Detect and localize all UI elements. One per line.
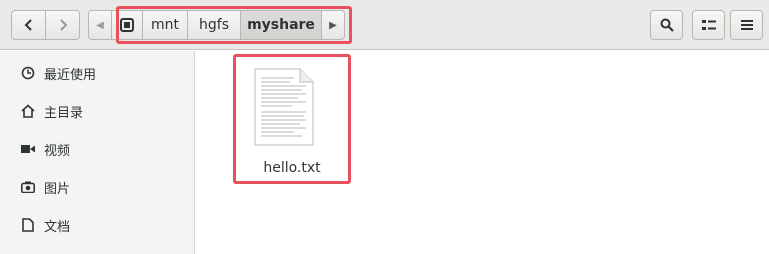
list-view-icon [701, 20, 716, 30]
sidebar: 最近使用 主目录 视频 图片 文档 [0, 51, 195, 254]
chevron-right-icon [59, 19, 67, 31]
header-bar: ◀ mnt hgfs myshare ▶ [0, 0, 769, 50]
sidebar-item-label: 最近使用 [44, 67, 97, 83]
video-icon [20, 141, 36, 157]
sidebar-item-label: 图片 [44, 181, 71, 197]
text-file-icon [254, 68, 314, 146]
chevron-left-icon [24, 19, 32, 31]
path-root-button[interactable] [111, 10, 143, 40]
document-icon [20, 217, 36, 233]
sidebar-item-label: 主目录 [44, 105, 84, 121]
path-scroll-left-button[interactable]: ◀ [88, 10, 112, 40]
clock-icon [20, 65, 36, 81]
sidebar-item-label: 文档 [44, 219, 71, 235]
camera-icon [20, 179, 36, 195]
sidebar-item-label: 视频 [44, 143, 71, 159]
sidebar-item-documents[interactable]: 文档 [0, 206, 194, 244]
sidebar-item-pictures[interactable]: 图片 [0, 168, 194, 206]
back-button[interactable] [11, 10, 46, 40]
file-item[interactable]: hello.txt [236, 56, 348, 182]
history-nav [11, 10, 81, 40]
path-scroll-right-button[interactable]: ▶ [321, 10, 345, 40]
path-segment-hgfs[interactable]: hgfs [187, 10, 241, 40]
sidebar-item-recent[interactable]: 最近使用 [0, 54, 194, 92]
path-segment-mnt[interactable]: mnt [142, 10, 188, 40]
search-icon [660, 18, 674, 32]
sidebar-item-home[interactable]: 主目录 [0, 92, 194, 130]
forward-button[interactable] [45, 10, 80, 40]
file-name: hello.txt [263, 160, 321, 176]
view-toggle-button[interactable] [692, 10, 725, 40]
path-bar: ◀ mnt hgfs myshare ▶ [88, 10, 345, 40]
file-view: hello.txt [196, 51, 769, 254]
hamburger-menu-icon [740, 20, 753, 30]
menu-button[interactable] [730, 10, 763, 40]
drive-icon [120, 18, 134, 32]
home-icon [20, 103, 36, 119]
path-segment-current[interactable]: myshare [240, 10, 322, 40]
sidebar-item-videos[interactable]: 视频 [0, 130, 194, 168]
search-button[interactable] [650, 10, 683, 40]
